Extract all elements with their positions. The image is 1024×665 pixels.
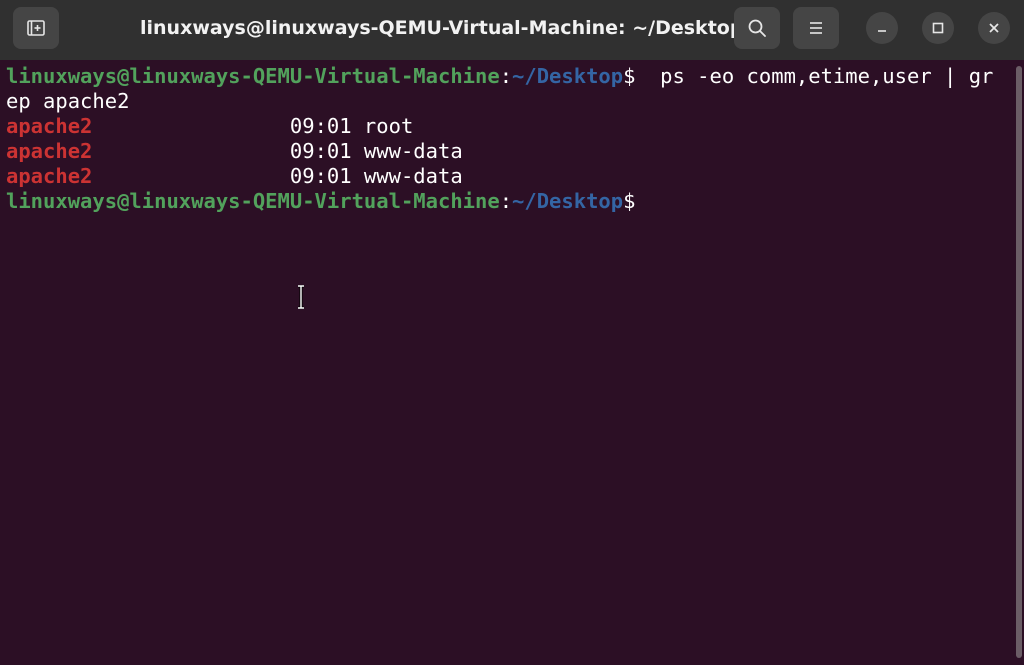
command-text-wrap: ep apache2	[6, 89, 130, 113]
text-cursor-icon	[298, 285, 304, 309]
title-bar: linuxways@linuxways-QEMU-Virtual-Machine…	[0, 0, 1024, 60]
output-row: apache2 09:01 www-data	[6, 139, 1010, 164]
hamburger-menu-icon	[810, 22, 822, 34]
new-tab-icon	[27, 20, 45, 36]
window-title: linuxways@linuxways-QEMU-Virtual-Machine…	[140, 17, 744, 39]
close-icon	[989, 23, 999, 33]
output-rest: 09:01 www-data	[92, 139, 463, 163]
output-comm: apache2	[6, 139, 93, 163]
output-row: apache2 09:01 root	[6, 114, 1010, 139]
output-comm: apache2	[6, 114, 93, 138]
scrollbar[interactable]	[1016, 66, 1022, 658]
terminal-window: linuxways@linuxways-QEMU-Virtual-Machine…	[0, 0, 1024, 665]
prompt-user: linuxways@linuxways-QEMU-Virtual-Machine	[6, 189, 500, 213]
menu-button[interactable]	[793, 7, 839, 49]
prompt-dollar: $	[623, 64, 636, 88]
prompt-dollar: $	[623, 189, 636, 213]
terminal-output[interactable]: linuxways@linuxways-QEMU-Virtual-Machine…	[0, 60, 1010, 665]
output-comm: apache2	[6, 164, 93, 188]
output-row: apache2 09:01 www-data	[6, 164, 1010, 189]
prompt-colon: :	[499, 64, 513, 88]
output-rest: 09:01 www-data	[92, 164, 463, 188]
minimize-icon	[878, 30, 886, 32]
command-line-wrap: ep apache2	[6, 89, 1010, 114]
command-line: linuxways@linuxways-QEMU-Virtual-Machine…	[6, 64, 1010, 89]
prompt-path: ~/Desktop	[512, 189, 624, 213]
prompt-line: linuxways@linuxways-QEMU-Virtual-Machine…	[6, 189, 1010, 214]
maximize-icon	[932, 22, 944, 34]
prompt-path: ~/Desktop	[512, 64, 624, 88]
prompt-user: linuxways@linuxways-QEMU-Virtual-Machine	[6, 64, 500, 88]
output-rest: 09:01 root	[92, 114, 414, 138]
search-button[interactable]	[734, 7, 780, 49]
search-icon	[748, 19, 766, 37]
prompt-colon: :	[499, 189, 513, 213]
command-text: ps -eo comm,etime,user | gr	[635, 64, 994, 88]
new-tab-button[interactable]	[13, 7, 59, 49]
maximize-button[interactable]	[922, 12, 954, 44]
minimize-button[interactable]	[866, 12, 898, 44]
close-button[interactable]	[978, 12, 1010, 44]
